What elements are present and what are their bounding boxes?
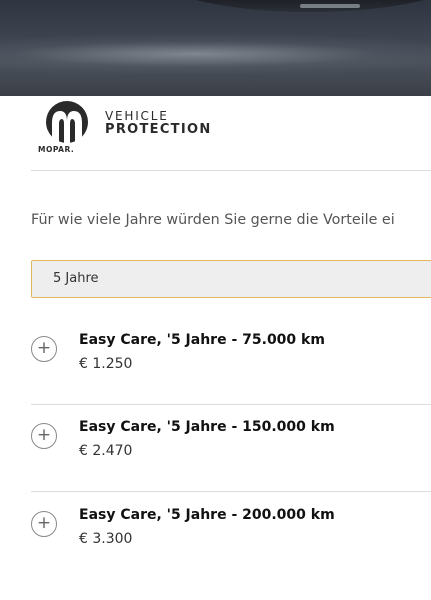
plus-circle-icon[interactable]: +	[31, 423, 57, 449]
option-title: Easy Care, '5 Jahre - 200.000 km	[79, 507, 335, 523]
header-divider	[31, 170, 431, 171]
logo-line-protection: PROTECTION	[105, 122, 212, 137]
car-silhouette	[150, 0, 431, 12]
years-select-value: 5 Jahre	[53, 271, 99, 286]
mopar-m-icon	[46, 101, 88, 143]
years-select[interactable]: 5 Jahre	[31, 260, 431, 298]
option-divider	[31, 491, 431, 492]
car-glint	[300, 4, 360, 8]
brand-name: MOPAR.	[38, 145, 75, 154]
option-title: Easy Care, '5 Jahre - 150.000 km	[79, 419, 335, 435]
plus-circle-icon[interactable]: +	[31, 336, 57, 362]
option-price: € 3.300	[79, 531, 133, 547]
option-price: € 1.250	[79, 356, 133, 372]
option-item-150000[interactable]: + Easy Care, '5 Jahre - 150.000 km € 2.4…	[31, 419, 431, 479]
option-title: Easy Care, '5 Jahre - 75.000 km	[79, 332, 325, 348]
option-item-200000[interactable]: + Easy Care, '5 Jahre - 200.000 km € 3.3…	[31, 507, 431, 567]
plus-circle-icon[interactable]: +	[31, 511, 57, 537]
option-price: € 2.470	[79, 443, 133, 459]
option-divider	[31, 404, 431, 405]
mopar-vehicle-protection-logo: MOPAR. VEHICLE PROTECTION	[38, 99, 268, 155]
road-reflection	[0, 34, 431, 74]
question-text: Für wie viele Jahre würden Sie gerne die…	[31, 212, 395, 228]
option-item-75000[interactable]: + Easy Care, '5 Jahre - 75.000 km € 1.25…	[31, 332, 431, 392]
logo-line-vehicle: VEHICLE	[105, 109, 169, 123]
hero-image	[0, 0, 431, 96]
